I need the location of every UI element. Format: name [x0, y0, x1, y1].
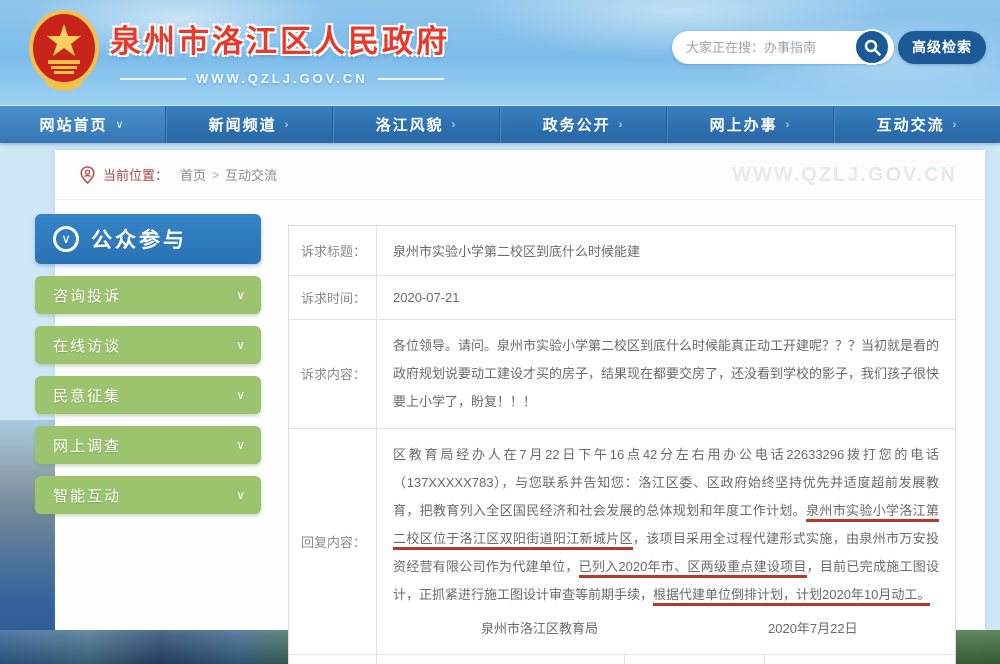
breadcrumb: 当前位置： 首页 > 互动交流 WWW.QZLJ.GOV.CN [55, 150, 985, 200]
subtitle-line-left [120, 78, 186, 80]
chevron-down-icon: ∨ [236, 438, 245, 452]
circle-chevron-icon: ∨ [53, 226, 79, 252]
nav-item-home[interactable]: 网站首页 ∨ [0, 106, 166, 143]
watermark-text: WWW.QZLJ.GOV.CN [732, 164, 957, 187]
chevron-right-icon: › [786, 119, 792, 131]
field-value-request-time: 2020-07-21 [377, 276, 955, 319]
advanced-search-button[interactable]: 高级检索 [898, 31, 986, 64]
sidebar-item-smart-interaction[interactable]: 智能互动 ∨ [35, 476, 261, 514]
search-icon [864, 39, 881, 56]
reply-signature: 泉州市洛江区教育局 2020年7月22日 [393, 616, 939, 642]
request-detail-table: 诉求标题： 泉州市实验小学第二校区到底什么时候能建 诉求时间： 2020-07-… [288, 225, 956, 664]
site-brand: 泉州市洛江区人民政府 WWW.QZLJ.GOV.CN [28, 10, 454, 92]
field-label-request-time: 诉求时间： [289, 276, 377, 319]
national-emblem-logo [28, 10, 100, 92]
sidebar: ∨ 公众参与 咨询投诉 ∨ 在线访谈 ∨ 民意征集 ∨ 网上调查 ∨ 智能互动 … [35, 214, 261, 514]
table-row: 诉求时间： 2020-07-21 [289, 276, 955, 320]
chevron-right-icon: › [452, 119, 458, 131]
content-panel: 当前位置： 首页 > 互动交流 WWW.QZLJ.GOV.CN ∨ 公众参与 咨… [55, 150, 985, 630]
reply-paragraph: 区教育局经办人在7月22日下午16点42分左右用办公电话22633296拨打您的… [393, 441, 939, 609]
field-label-request-title: 诉求标题： [289, 226, 377, 275]
field-value-request-title: 泉州市实验小学第二校区到底什么时候能建 [377, 226, 955, 275]
main-nav: 网站首页 ∨ 新闻频道 › 洛江风貌 › 政务公开 › 网上办事 › 互动交流 … [0, 106, 1000, 143]
reply-signature-date: 2020年7月22日 [768, 616, 858, 642]
field-value-request-content: 各位领导。请问。泉州市实验小学第二校区到底什么时候能真正动工开建呢？？？当初就是… [377, 320, 955, 428]
chevron-down-icon: ∨ [115, 118, 125, 131]
breadcrumb-label: 当前位置： [103, 165, 168, 184]
field-label-reply-content: 回复内容： [289, 429, 377, 655]
breadcrumb-current[interactable]: 互动交流 [225, 165, 277, 184]
field-value-reply-dept: 教育局 [377, 655, 625, 664]
breadcrumb-home[interactable]: 首页 [180, 165, 206, 184]
location-pin-icon [80, 166, 95, 184]
chevron-down-icon: ∨ [236, 488, 245, 502]
field-label-reply-dept: 回复部门： [289, 655, 377, 664]
sidebar-item-online-survey[interactable]: 网上调查 ∨ [35, 426, 261, 464]
field-label-reply-time: 回复时间： [625, 655, 765, 664]
chevron-down-icon: ∨ [236, 288, 245, 302]
page: 泉州市洛江区人民政府 WWW.QZLJ.GOV.CN 高级检索 网站首页 [0, 0, 1000, 664]
chevron-right-icon: › [619, 119, 625, 131]
nav-item-interaction[interactable]: 互动交流 › [834, 106, 1000, 143]
chevron-down-icon: ∨ [236, 338, 245, 352]
site-title: 泉州市洛江区人民政府 [110, 16, 454, 61]
nav-item-online-service[interactable]: 网上办事 › [667, 106, 834, 143]
table-row: 诉求标题： 泉州市实验小学第二校区到底什么时候能建 [289, 226, 955, 276]
chevron-down-icon: ∨ [236, 388, 245, 402]
sidebar-item-consult-complaint[interactable]: 咨询投诉 ∨ [35, 276, 261, 314]
field-label-request-content: 诉求内容： [289, 320, 377, 428]
nav-item-news[interactable]: 新闻频道 › [166, 106, 333, 143]
field-value-reply-content: 区教育局经办人在7月22日下午16点42分左右用办公电话22633296拨打您的… [377, 429, 955, 655]
search-zone: 高级检索 [672, 29, 986, 65]
search-button[interactable] [854, 29, 890, 65]
table-row: 诉求内容： 各位领导。请问。泉州市实验小学第二校区到底什么时候能真正动工开建呢？… [289, 320, 955, 429]
table-row: 回复部门： 教育局 回复时间： 2020-07-24 [289, 655, 955, 664]
site-url: WWW.QZLJ.GOV.CN [196, 71, 368, 86]
field-value-reply-time: 2020-07-24 [765, 655, 955, 664]
subtitle-line-right [378, 78, 444, 80]
sidebar-item-opinion-collection[interactable]: 民意征集 ∨ [35, 376, 261, 414]
header-banner: 泉州市洛江区人民政府 WWW.QZLJ.GOV.CN 高级检索 [0, 0, 1000, 105]
breadcrumb-separator: > [212, 168, 219, 182]
site-subtitle: WWW.QZLJ.GOV.CN [110, 71, 454, 86]
nav-item-gov-affairs[interactable]: 政务公开 › [500, 106, 667, 143]
chevron-right-icon: › [285, 119, 291, 131]
table-row: 回复内容： 区教育局经办人在7月22日下午16点42分左右用办公电话226332… [289, 429, 955, 656]
sidebar-title: 公众参与 [91, 224, 187, 254]
reply-segment-underlined: 已列入2020年市、区两级重点建设项目 [579, 559, 807, 578]
nav-item-scenery[interactable]: 洛江风貌 › [333, 106, 500, 143]
reply-signature-org: 泉州市洛江区教育局 [481, 616, 598, 642]
sidebar-item-online-interview[interactable]: 在线访谈 ∨ [35, 326, 261, 364]
reply-segment-underlined: 根据代建单位倒排计划，计划2020年10月动工。 [653, 587, 930, 606]
chevron-right-icon: › [953, 119, 959, 131]
sidebar-header-public-participation[interactable]: ∨ 公众参与 [35, 214, 261, 264]
